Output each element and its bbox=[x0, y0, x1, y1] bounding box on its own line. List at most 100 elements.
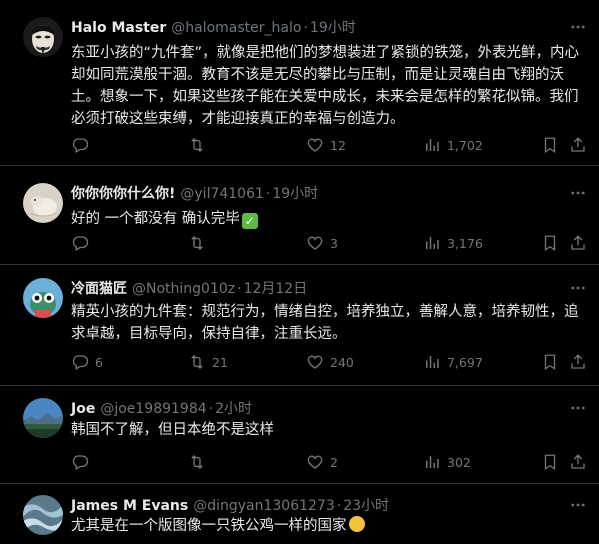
display-name[interactable]: James M Evans bbox=[71, 498, 188, 514]
reply-button[interactable] bbox=[71, 453, 95, 471]
action-bar: 6 21 240 7,697 bbox=[71, 352, 591, 372]
share-button[interactable] bbox=[569, 136, 587, 154]
share-icon bbox=[569, 453, 587, 471]
tweet[interactable]: Halo Master @halomaster_halo · 19小时 东亚小孩… bbox=[0, 0, 599, 166]
more-icon[interactable] bbox=[569, 399, 587, 417]
repost-icon bbox=[188, 353, 206, 371]
separator-dot: · bbox=[237, 281, 242, 297]
bookmark-button[interactable] bbox=[541, 453, 559, 471]
tweet-header: Halo Master @halomaster_halo · 19小时 bbox=[71, 17, 356, 39]
bookmark-icon bbox=[541, 353, 559, 371]
timeline: Halo Master @halomaster_halo · 19小时 东亚小孩… bbox=[0, 0, 599, 544]
views-icon bbox=[423, 234, 441, 252]
views-count: 7,697 bbox=[447, 354, 483, 370]
repost-button[interactable] bbox=[188, 136, 212, 154]
tweet-text: 东亚小孩的“九件套”，就像是把他们的梦想装进了紧锁的铁笼，外表光鲜，内心却如同荒… bbox=[71, 45, 580, 127]
timestamp[interactable]: 23小时 bbox=[343, 495, 389, 515]
views-button[interactable]: 7,697 bbox=[423, 353, 483, 371]
handle[interactable]: @dingyan13061273 bbox=[193, 498, 335, 514]
views-button[interactable]: 3,176 bbox=[423, 234, 483, 252]
like-icon bbox=[306, 353, 324, 371]
timestamp[interactable]: 12月12日 bbox=[244, 278, 308, 298]
repost-icon bbox=[188, 234, 206, 252]
handle[interactable]: @Nothing010z bbox=[132, 281, 235, 297]
like-count: 240 bbox=[330, 354, 354, 370]
tweet[interactable]: 你你你你什么你! @yil741061 · 19小时 好的 一个都没有 确认完毕… bbox=[0, 166, 599, 265]
avatar[interactable] bbox=[23, 495, 63, 535]
repost-button[interactable] bbox=[188, 453, 212, 471]
bookmark-button[interactable] bbox=[541, 136, 559, 154]
reply-button[interactable]: 6 bbox=[71, 353, 103, 371]
action-bar: 2 302 bbox=[71, 452, 591, 472]
views-icon bbox=[423, 353, 441, 371]
reply-icon bbox=[71, 353, 89, 371]
check-mark-emoji: ✓ bbox=[241, 213, 258, 229]
avatar[interactable] bbox=[23, 183, 63, 223]
reply-button[interactable] bbox=[71, 136, 95, 154]
reply-count: 6 bbox=[95, 354, 103, 370]
share-button[interactable] bbox=[569, 353, 587, 371]
tweet-header: James M Evans @dingyan13061273 · 23小时 bbox=[71, 495, 389, 517]
tweet-text: 韩国不了解，但日本绝不是这样 bbox=[71, 422, 274, 438]
display-name[interactable]: Joe bbox=[71, 401, 95, 417]
display-name[interactable]: 你你你你什么你! bbox=[71, 183, 175, 203]
separator-dot: · bbox=[303, 20, 308, 36]
share-button[interactable] bbox=[569, 453, 587, 471]
views-count: 1,702 bbox=[447, 137, 483, 153]
handle[interactable]: @joe19891984 bbox=[100, 401, 206, 417]
like-icon bbox=[306, 234, 324, 252]
timestamp[interactable]: 19小时 bbox=[310, 17, 356, 37]
tweet-text: 尤其是在一个版图像一只铁公鸡一样的国家 bbox=[71, 518, 347, 534]
like-button[interactable]: 3 bbox=[306, 234, 338, 252]
timestamp[interactable]: 2小时 bbox=[215, 398, 252, 418]
views-count: 3,176 bbox=[447, 235, 483, 251]
tweet[interactable]: 冷面猫匠 @Nothing010z · 12月12日 精英小孩的九件套：规范行为… bbox=[0, 265, 599, 386]
tweet-header: Joe @joe19891984 · 2小时 bbox=[71, 398, 252, 420]
repost-icon bbox=[188, 453, 206, 471]
share-icon bbox=[569, 136, 587, 154]
tweet-header: 你你你你什么你! @yil741061 · 19小时 bbox=[71, 183, 318, 205]
views-icon bbox=[423, 453, 441, 471]
display-name[interactable]: Halo Master bbox=[71, 20, 166, 36]
like-button[interactable]: 12 bbox=[306, 136, 346, 154]
more-icon[interactable] bbox=[569, 279, 587, 297]
avatar[interactable] bbox=[23, 17, 63, 57]
tweet[interactable]: James M Evans @dingyan13061273 · 23小时 尤其… bbox=[0, 484, 599, 544]
views-icon bbox=[423, 136, 441, 154]
like-button[interactable]: 2 bbox=[306, 453, 338, 471]
views-button[interactable]: 302 bbox=[423, 453, 471, 471]
like-button[interactable]: 240 bbox=[306, 353, 354, 371]
tweet-text: 精英小孩的九件套：规范行为，情绪自控，培养独立，善解人意，培养韧性，追求卓越，目… bbox=[71, 304, 579, 342]
bookmark-button[interactable] bbox=[541, 234, 559, 252]
timestamp[interactable]: 19小时 bbox=[272, 183, 318, 203]
repost-button[interactable]: 21 bbox=[188, 353, 228, 371]
display-name[interactable]: 冷面猫匠 bbox=[71, 278, 127, 298]
handle[interactable]: @yil741061 bbox=[180, 186, 264, 202]
tweet-text-wrapper: 尤其是在一个版图像一只铁公鸡一样的国家 bbox=[71, 515, 591, 537]
tweet-text: 好的 一个都没有 确认完毕 bbox=[71, 211, 240, 227]
views-count: 302 bbox=[447, 454, 471, 470]
more-icon[interactable] bbox=[569, 184, 587, 202]
tweet[interactable]: Joe @joe19891984 · 2小时 韩国不了解，但日本绝不是这样 2 … bbox=[0, 386, 599, 484]
like-count: 2 bbox=[330, 454, 338, 470]
share-icon bbox=[569, 353, 587, 371]
like-icon bbox=[306, 453, 324, 471]
more-icon[interactable] bbox=[569, 496, 587, 514]
reply-button[interactable] bbox=[71, 234, 95, 252]
bookmark-icon bbox=[541, 234, 559, 252]
action-bar: 3 3,176 bbox=[71, 233, 591, 253]
bookmark-button[interactable] bbox=[541, 353, 559, 371]
tweet-header: 冷面猫匠 @Nothing010z · 12月12日 bbox=[71, 278, 307, 300]
laughing-emoji bbox=[348, 516, 365, 532]
like-count: 12 bbox=[330, 137, 346, 153]
avatar[interactable] bbox=[23, 398, 63, 438]
avatar[interactable] bbox=[23, 278, 63, 318]
handle[interactable]: @halomaster_halo bbox=[171, 20, 301, 36]
separator-dot: · bbox=[208, 401, 214, 417]
share-button[interactable] bbox=[569, 234, 587, 252]
views-button[interactable]: 1,702 bbox=[423, 136, 483, 154]
more-icon[interactable] bbox=[569, 18, 587, 36]
separator-dot: · bbox=[265, 186, 271, 202]
reply-icon bbox=[71, 453, 89, 471]
repost-button[interactable] bbox=[188, 234, 212, 252]
